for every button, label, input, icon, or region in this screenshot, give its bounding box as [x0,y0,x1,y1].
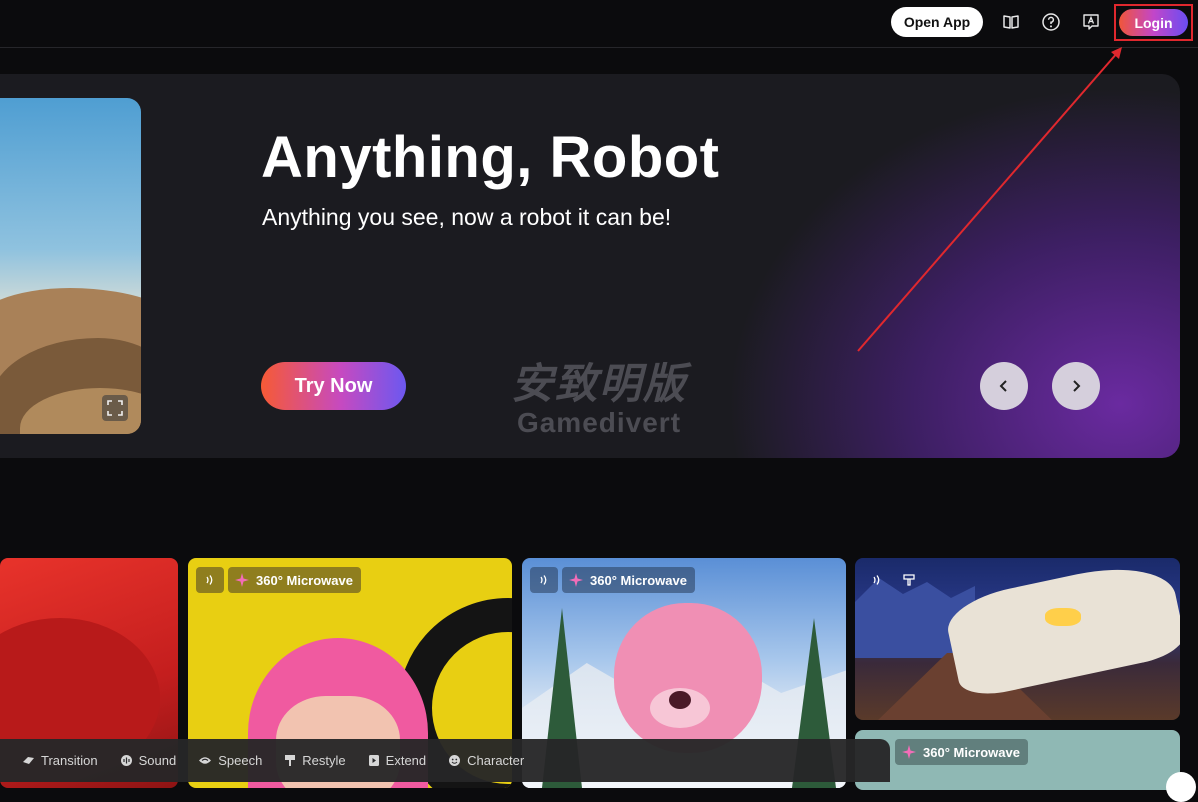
extend-icon [368,755,379,766]
restyle-badge-icon [895,567,923,593]
sparkle-icon [902,745,916,759]
toolbar-item-label: Transition [41,753,98,768]
card-tag: 360° Microwave [228,567,361,593]
video-card[interactable] [855,558,1180,720]
toolbar-item-extend[interactable]: Extend [368,753,426,768]
card-tag-label: 360° Microwave [590,572,687,588]
toolbar-item-restyle[interactable]: Restyle [284,753,346,768]
card-tag-label: 360° Microwave [923,744,1020,760]
card-car [942,558,1180,701]
feature-toolbar: Transition Sound Speech Restyle Extend C… [0,739,890,782]
toolbar-item-label: Extend [385,753,427,768]
video-card[interactable]: 360° Microwave [855,730,1180,790]
character-icon [449,755,461,766]
sound-badge-icon [863,567,891,593]
sound-badge-icon [196,567,224,593]
card-headlight [1045,608,1081,626]
scroll-top-button[interactable] [1166,772,1196,802]
sound-icon [120,755,132,766]
toolbar-item-transition[interactable]: Transition [22,753,98,768]
toolbar-item-sound[interactable]: Sound [120,753,177,768]
transition-icon [23,757,34,764]
card-tag: 360° Microwave [562,567,695,593]
sparkle-icon [235,573,249,587]
restyle-icon [285,755,296,766]
toolbar-item-speech[interactable]: Speech [198,753,262,768]
toolbar-item-label: Sound [138,753,177,768]
sound-badge-icon [530,567,558,593]
card-tag-label: 360° Microwave [256,572,353,588]
toolbar-item-character[interactable]: Character [448,753,524,768]
card-tag: 360° Microwave [895,739,1028,765]
card-character [614,603,762,753]
toolbar-item-label: Restyle [302,753,346,768]
toolbar-item-label: Speech [218,753,263,768]
card-character-nose [669,691,691,709]
speech-icon [199,757,212,764]
toolbar-item-label: Character [467,753,525,768]
sparkle-icon [569,573,583,587]
